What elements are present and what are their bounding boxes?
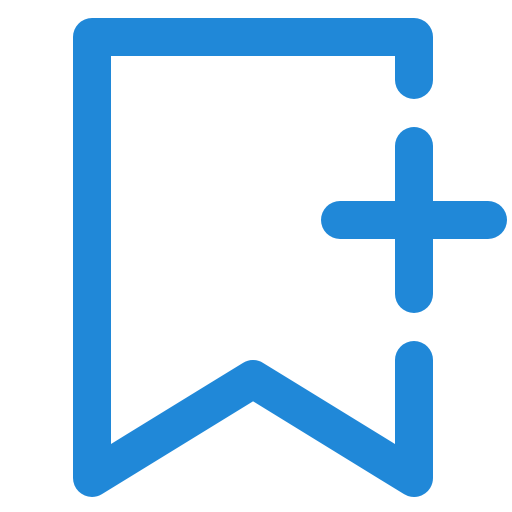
icon-canvas <box>0 0 512 512</box>
bookmark-add-icon <box>73 18 507 497</box>
bookmark-outline <box>73 18 433 497</box>
